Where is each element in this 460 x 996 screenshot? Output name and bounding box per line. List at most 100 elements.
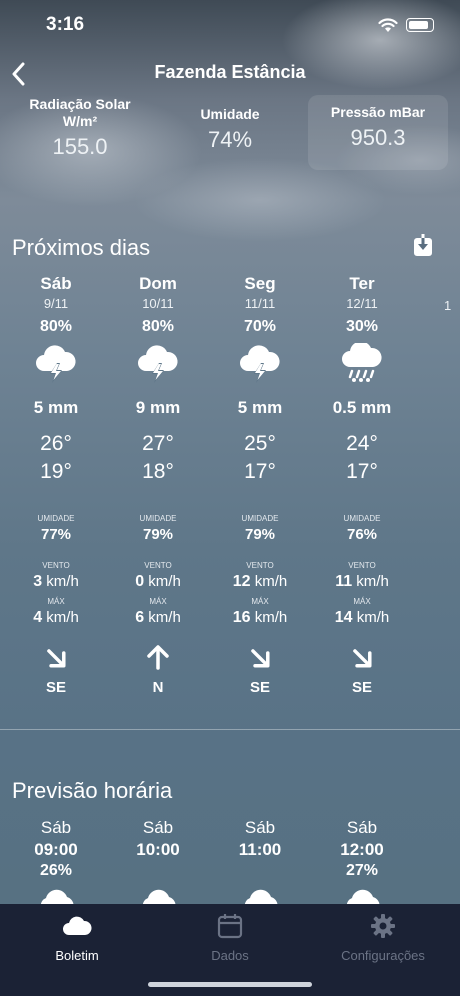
metric-value: 155.0 <box>52 134 108 159</box>
wind-direction: SE <box>351 679 372 696</box>
gear-icon <box>371 914 395 938</box>
forecast-title: Próximos dias <box>12 235 151 260</box>
wind-max: 6 km/h <box>106 609 210 629</box>
forecast-day: Seg 11/11 70% 5 mm 25° 17° UMIDADE 79% VENTO 12 k… <box>208 274 312 696</box>
day-name: Seg <box>244 274 276 293</box>
wind-max-value: 16 <box>232 609 251 626</box>
wind-max: 4 km/h <box>4 609 108 629</box>
metric-label: Pressão mBar <box>330 104 426 120</box>
wind-direction-arrow-icon <box>310 643 414 673</box>
rain-chance: 30% <box>345 318 379 335</box>
hail-icon <box>310 340 414 386</box>
temp-min: 17° <box>244 460 276 483</box>
day-date: 12/11 <box>346 296 378 311</box>
wind-label: VENTO <box>246 561 274 570</box>
page-title: Fazenda Estância <box>154 62 306 82</box>
humidity-label: UMIDADE <box>241 514 279 523</box>
wind-unit: km/h <box>254 609 288 626</box>
wind-max-label: MÁX <box>251 597 269 606</box>
wind-label: VENTO <box>42 561 70 570</box>
wind-max-label: MÁX <box>149 597 167 606</box>
hour-rain-chance <box>106 862 210 884</box>
wind-speed: 11 km/h <box>310 573 414 593</box>
hour-day: Sáb <box>40 818 72 837</box>
temp-max: 25° <box>244 432 276 455</box>
thunderstorm-icon <box>4 340 108 386</box>
tab-boletim[interactable]: Boletim <box>12 912 142 963</box>
wind-max-value: 14 <box>334 609 353 626</box>
wind-unit: km/h <box>148 609 181 626</box>
rain-amount: 0.5 mm <box>332 398 392 417</box>
battery-icon <box>406 18 434 32</box>
thunderstorm-icon <box>208 340 312 386</box>
wind-label: VENTO <box>144 561 172 570</box>
rain-amount: 5 mm <box>33 398 79 417</box>
day-date: 10/11 <box>142 296 174 311</box>
tab-label: Dados <box>211 948 249 963</box>
hour-time: 11:00 <box>238 840 282 859</box>
wind-speed: 0 km/h <box>106 573 210 593</box>
temp-max: 24° <box>346 432 378 455</box>
wind-direction: N <box>152 679 164 696</box>
hour-day: Sáb <box>244 818 276 837</box>
wind-direction-arrow-icon <box>208 643 312 673</box>
wind-max: 14 km/h <box>310 609 414 629</box>
metric-humidity: Umidade 74% <box>170 106 290 153</box>
forecast-day: Ter 12/11 30% 0.5 mm 24° 17° UMIDADE 76% VENTO 11… <box>310 274 414 696</box>
humidity-value: 77% <box>40 526 72 543</box>
hour-time: 12:00 <box>340 840 384 859</box>
wind-unit: km/h <box>46 573 79 590</box>
tab-label: Configurações <box>341 948 425 963</box>
tab-label: Boletim <box>55 948 99 963</box>
hour-day: Sáb <box>346 818 378 837</box>
rain-chance: 80% <box>39 318 73 335</box>
humidity-label: UMIDADE <box>139 514 177 523</box>
cloud-icon <box>63 916 92 935</box>
download-icon <box>414 234 432 256</box>
wind-max-label: MÁX <box>47 597 65 606</box>
temp-max: 27° <box>142 432 174 455</box>
day-name: Dom <box>139 274 177 293</box>
wind-max-value: 4 <box>33 609 43 626</box>
divider <box>0 729 460 730</box>
rain-chance: 80% <box>141 318 175 335</box>
metric-value: 950.3 <box>350 125 406 150</box>
calendar-icon <box>217 914 243 939</box>
status-time: 3:16 <box>46 14 85 35</box>
next-day-partial: 1 <box>444 298 452 313</box>
metric-pressure: Pressão mBar 950.3 <box>318 104 438 151</box>
wind-unit: km/h <box>148 573 181 590</box>
metric-label: Radiação Solar W/m² <box>29 96 131 129</box>
wind-direction-arrow-icon <box>106 643 210 673</box>
wind-value: 3 <box>33 573 43 590</box>
metric-label: Umidade <box>200 106 260 122</box>
wind-value: 0 <box>135 573 145 590</box>
wind-direction: SE <box>45 679 66 696</box>
download-button[interactable] <box>412 234 434 258</box>
home-indicator <box>148 982 312 987</box>
tab-dados[interactable]: Dados <box>165 912 295 963</box>
temp-min: 19° <box>40 460 72 483</box>
metric-value: 74% <box>207 127 253 152</box>
status-icons <box>378 14 434 36</box>
temp-min: 17° <box>346 460 378 483</box>
wind-max-label: MÁX <box>353 597 371 606</box>
hour-day: Sáb <box>142 818 174 837</box>
tab-configuracoes[interactable]: Configurações <box>318 912 448 963</box>
rain-amount: 5 mm <box>237 398 283 417</box>
hour-rain-chance: 26% <box>39 862 73 879</box>
humidity-value: 79% <box>142 526 174 543</box>
wind-speed: 12 km/h <box>208 573 312 593</box>
thunderstorm-icon <box>106 340 210 386</box>
temp-min: 18° <box>142 460 174 483</box>
hour-time: 10:00 <box>136 840 180 859</box>
hour-rain-chance <box>208 862 312 884</box>
hourly-title: Previsão horária <box>12 778 173 803</box>
wind-unit: km/h <box>356 573 389 590</box>
metric-solar-radiation: Radiação Solar W/m² 155.0 <box>20 96 140 160</box>
day-name: Sáb <box>40 274 72 293</box>
hour-time: 09:00 <box>34 840 78 859</box>
temp-max: 26° <box>40 432 72 455</box>
forecast-day: Dom 10/11 80% 9 mm 27° 18° UMIDADE 79% VENTO 0 km… <box>106 274 210 696</box>
wind-speed: 3 km/h <box>4 573 108 593</box>
